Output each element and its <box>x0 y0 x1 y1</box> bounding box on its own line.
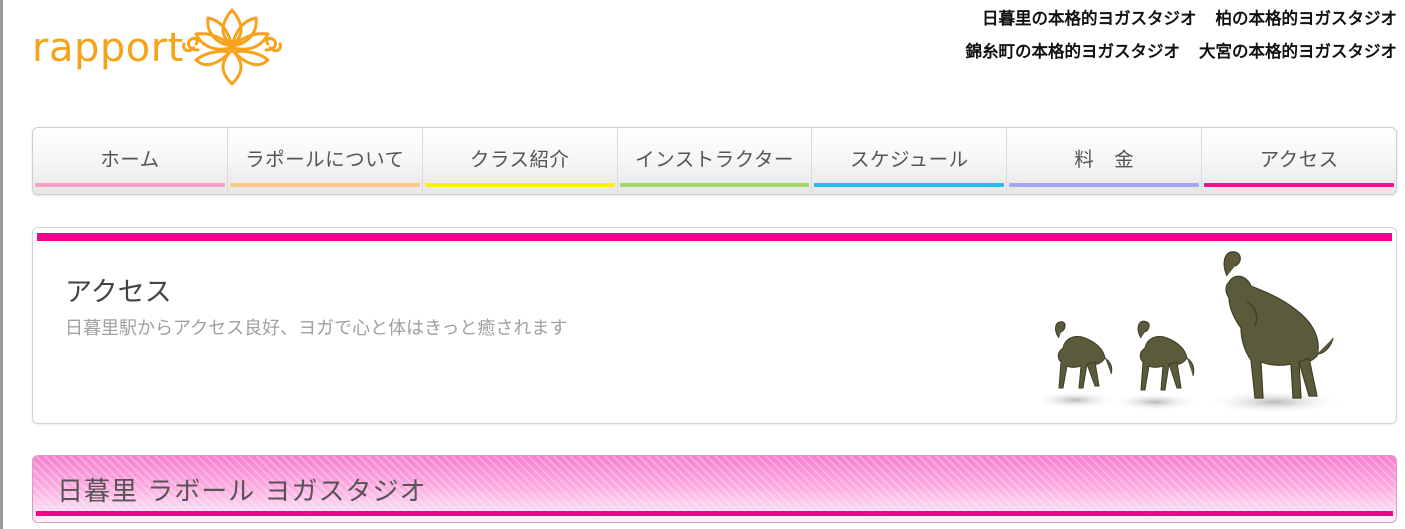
nav-item-classes[interactable]: クラス紹介 <box>423 128 618 194</box>
section-heading: 日暮里 ラボール ヨガスタジオ <box>32 455 1397 523</box>
nav-color-bar <box>619 183 810 187</box>
link-omiya-studio[interactable]: 大宮の本格的ヨガスタジオ <box>1199 41 1397 74</box>
logo-text: rapport <box>32 25 184 71</box>
page-title: アクセス <box>65 277 172 308</box>
page-left-border <box>0 0 3 529</box>
rapport-logo[interactable]: rapport <box>32 6 292 88</box>
nav-color-bar <box>1204 183 1395 187</box>
nav-item-about[interactable]: ラポールについて <box>228 128 423 194</box>
nav-item-home[interactable]: ホーム <box>33 128 228 194</box>
header-studio-links: 日暮里の本格的ヨガスタジオ 柏の本格的ヨガスタジオ 錦糸町の本格的ヨガスタジオ … <box>966 8 1398 74</box>
elephant-figurines-image <box>1033 251 1345 414</box>
main-nav: ホーム ラポールについて クラス紹介 インストラクター スケジュール 料 金 ア… <box>32 127 1397 195</box>
nav-item-label: ホーム <box>100 147 160 171</box>
nav-color-bar <box>814 183 1005 187</box>
nav-item-pricing[interactable]: 料 金 <box>1007 128 1203 194</box>
nav-item-instructors[interactable]: インストラクター <box>618 128 813 194</box>
nav-item-label: クラス紹介 <box>469 147 570 171</box>
header-link-row: 日暮里の本格的ヨガスタジオ 柏の本格的ヨガスタジオ <box>966 8 1398 41</box>
lotus-flower-icon <box>182 8 282 86</box>
link-kinshicho-studio[interactable]: 錦糸町の本格的ヨガスタジオ <box>966 41 1181 74</box>
page-header-panel: アクセス 日暮里駅からアクセス良好、ヨガで心と体はきっと癒されます <box>32 227 1397 424</box>
link-nippori-studio[interactable]: 日暮里の本格的ヨガスタジオ <box>982 8 1197 41</box>
nav-color-bar <box>424 183 615 187</box>
nav-item-label: 料 金 <box>1074 147 1135 171</box>
accent-bar <box>36 511 1393 516</box>
link-kashiwa-studio[interactable]: 柏の本格的ヨガスタジオ <box>1216 8 1398 41</box>
nav-color-bar <box>35 183 225 187</box>
section-title: 日暮里 ラボール ヨガスタジオ <box>57 477 427 507</box>
nav-item-access[interactable]: アクセス <box>1202 128 1396 194</box>
nav-item-label: スケジュール <box>850 147 969 171</box>
page-subtitle: 日暮里駅からアクセス良好、ヨガで心と体はきっと癒されます <box>65 318 568 339</box>
nav-item-label: アクセス <box>1259 147 1339 171</box>
accent-bar <box>37 233 1392 241</box>
nav-item-label: インストラクター <box>635 147 794 171</box>
header-link-row: 錦糸町の本格的ヨガスタジオ 大宮の本格的ヨガスタジオ <box>966 41 1398 74</box>
nav-color-bar <box>229 183 420 187</box>
nav-item-label: ラポールについて <box>245 147 405 171</box>
nav-color-bar <box>1009 183 1200 187</box>
nav-item-schedule[interactable]: スケジュール <box>812 128 1008 194</box>
